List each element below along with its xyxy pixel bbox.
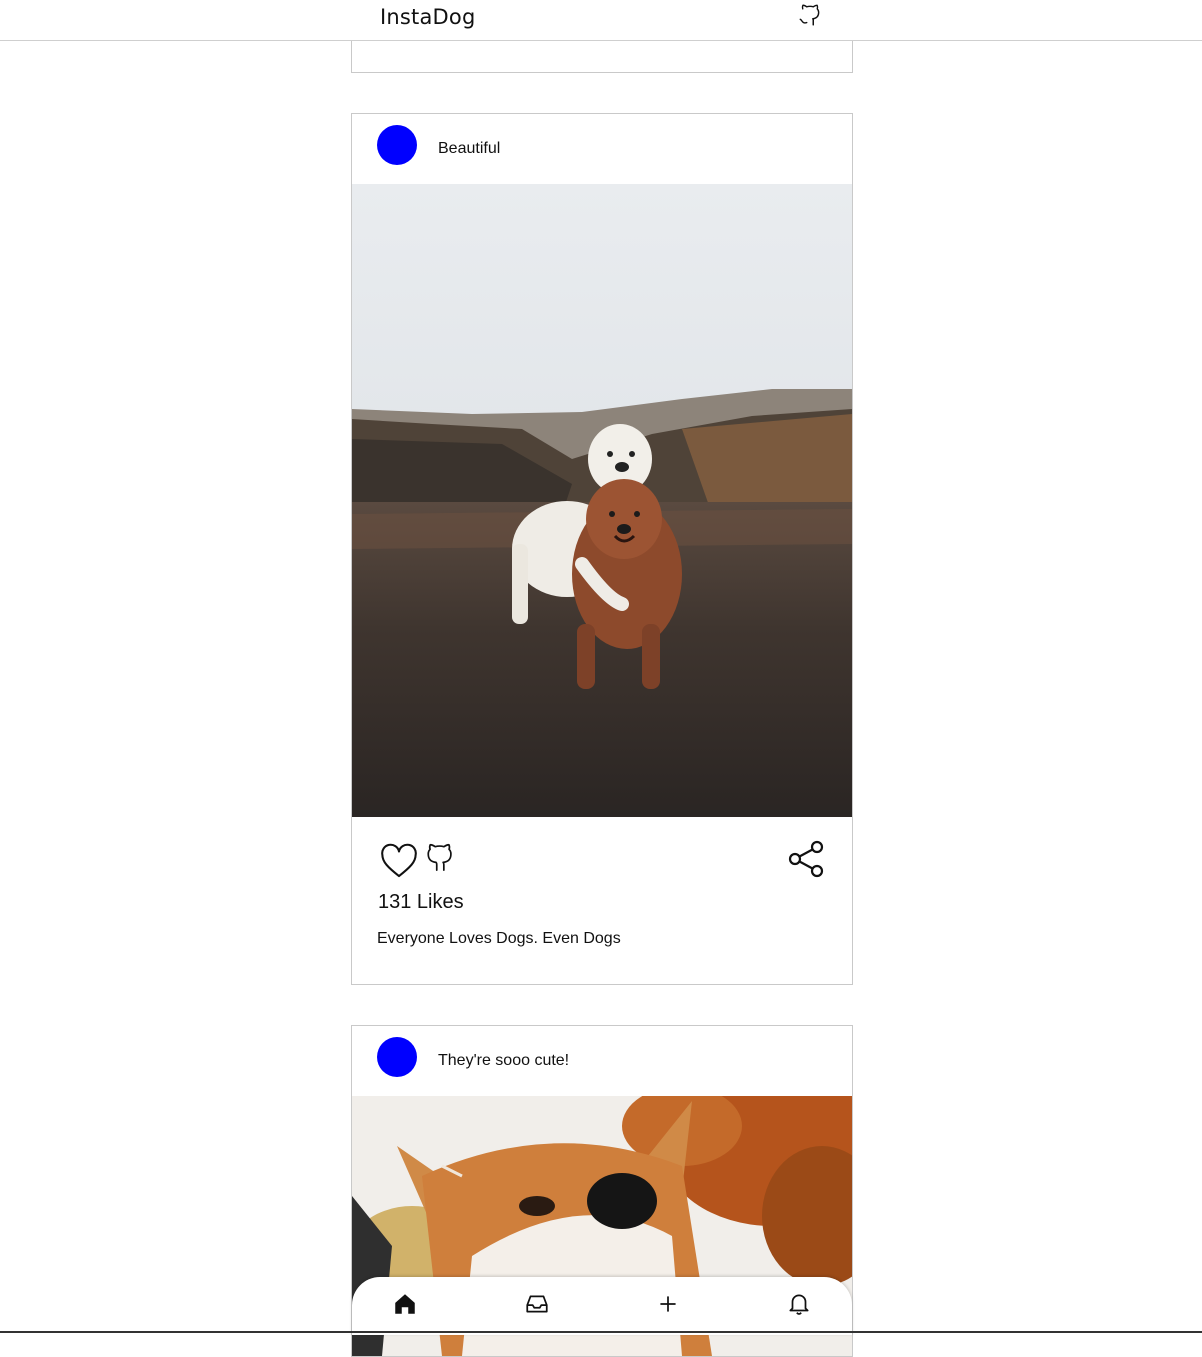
post-header: Beautiful bbox=[352, 114, 852, 184]
post-title: They're sooo cute! bbox=[438, 1052, 570, 1069]
post-header: They're sooo cute! bbox=[352, 1026, 852, 1096]
post-card: Beautiful 131 Likes Everyone Loves Dogs.… bbox=[351, 113, 853, 985]
avatar[interactable] bbox=[377, 125, 417, 165]
home-icon[interactable] bbox=[392, 1291, 418, 1317]
post-caption: Everyone Loves Dogs. Even Dogs bbox=[377, 930, 621, 947]
post-actions bbox=[352, 839, 852, 889]
like-count: 131 Likes bbox=[378, 891, 464, 913]
github-icon[interactable] bbox=[424, 839, 458, 873]
inbox-icon[interactable] bbox=[524, 1291, 550, 1317]
heart-icon[interactable] bbox=[380, 843, 418, 879]
top-bar: InstaDog bbox=[0, 0, 1202, 41]
plus-icon[interactable] bbox=[655, 1291, 681, 1317]
github-icon[interactable] bbox=[797, 2, 823, 28]
avatar[interactable] bbox=[377, 1037, 417, 1077]
share-icon[interactable] bbox=[786, 839, 826, 879]
bell-icon[interactable] bbox=[786, 1291, 812, 1317]
post-photo bbox=[352, 184, 852, 817]
post-title: Beautiful bbox=[438, 140, 501, 157]
bottom-nav bbox=[352, 1277, 852, 1335]
brand-logo[interactable]: InstaDog bbox=[380, 5, 476, 29]
